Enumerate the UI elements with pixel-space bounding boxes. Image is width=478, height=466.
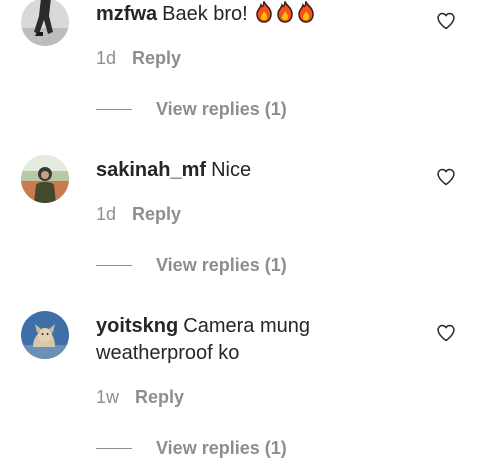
comment-text: mzfwa Baek bro! [96, 0, 416, 31]
reply-button[interactable]: Reply [135, 387, 184, 407]
fire-icon [296, 0, 316, 31]
replies-divider-line [96, 448, 132, 449]
heart-outline-icon[interactable] [436, 11, 456, 31]
comment-text: yoitskng Camera mung weatherproof ko [96, 313, 416, 367]
comment-body: Nice [211, 159, 252, 181]
view-replies-label[interactable]: View replies (1) [156, 98, 287, 120]
comment-timestamp: 1d [96, 48, 117, 68]
comment-username[interactable]: yoitskng [96, 315, 178, 337]
fire-icon [275, 0, 295, 31]
comment-meta: 1d Reply [96, 47, 181, 69]
view-replies-label[interactable]: View replies (1) [156, 254, 287, 276]
reply-button[interactable]: Reply [132, 204, 181, 224]
heart-outline-icon[interactable] [436, 167, 456, 187]
comment-meta: 1d Reply [96, 203, 181, 225]
comment-meta: 1w Reply [96, 386, 184, 408]
replies-divider-line [96, 109, 132, 110]
avatar[interactable] [21, 0, 69, 46]
comment-timestamp: 1d [96, 204, 117, 224]
view-replies-label[interactable]: View replies (1) [156, 437, 287, 459]
heart-outline-icon[interactable] [436, 323, 456, 343]
comment-text: sakinah_mf Nice [96, 157, 416, 184]
avatar[interactable] [21, 155, 69, 203]
comment-timestamp: 1w [96, 387, 120, 407]
comment-body: Baek bro! [162, 3, 248, 25]
avatar[interactable] [21, 311, 69, 359]
fire-icon [254, 0, 274, 31]
comment-username[interactable]: sakinah_mf [96, 159, 206, 181]
reply-button[interactable]: Reply [132, 48, 181, 68]
comment-username[interactable]: mzfwa [96, 3, 157, 25]
replies-divider-line [96, 265, 132, 266]
